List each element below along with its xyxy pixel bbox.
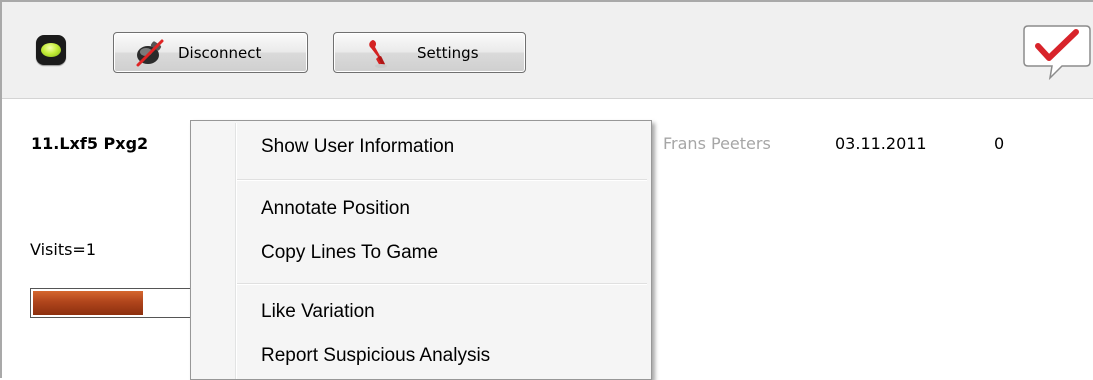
context-menu-icon-gutter	[235, 123, 237, 379]
connection-status-led-icon	[36, 35, 66, 65]
analysis-score: 0	[994, 134, 1005, 153]
disconnect-button-label: Disconnect	[178, 44, 262, 62]
wrench-icon	[364, 37, 396, 69]
context-menu: Show User Information Annotate Position …	[190, 120, 652, 380]
visits-count: Visits=1	[30, 240, 97, 259]
menu-item-annotate-position[interactable]: Annotate Position	[261, 198, 410, 220]
menu-item-like-variation[interactable]: Like Variation	[261, 301, 375, 323]
analysis-progress-bar	[30, 288, 210, 318]
toolbar: Disconnect Settings	[2, 2, 1093, 99]
analysis-date: 03.11.2011	[835, 134, 927, 153]
menu-item-report-suspicious-analysis[interactable]: Report Suspicious Analysis	[261, 345, 490, 367]
analysis-move-line[interactable]: 11.Lxf5 Pxg2	[31, 134, 148, 153]
settings-button[interactable]: Settings	[333, 32, 526, 73]
disconnect-plug-icon	[134, 37, 166, 69]
analysis-progress-fill	[33, 291, 143, 315]
settings-button-label: Settings	[417, 44, 479, 62]
menu-item-copy-lines-to-game[interactable]: Copy Lines To Game	[261, 242, 438, 264]
menu-separator	[237, 283, 647, 285]
analysis-author: Frans Peeters	[663, 134, 771, 153]
disconnect-button[interactable]: Disconnect	[113, 32, 308, 73]
checkmark-icon[interactable]	[1022, 22, 1092, 82]
menu-separator	[237, 179, 647, 181]
menu-item-show-user-information[interactable]: Show User Information	[261, 136, 454, 158]
